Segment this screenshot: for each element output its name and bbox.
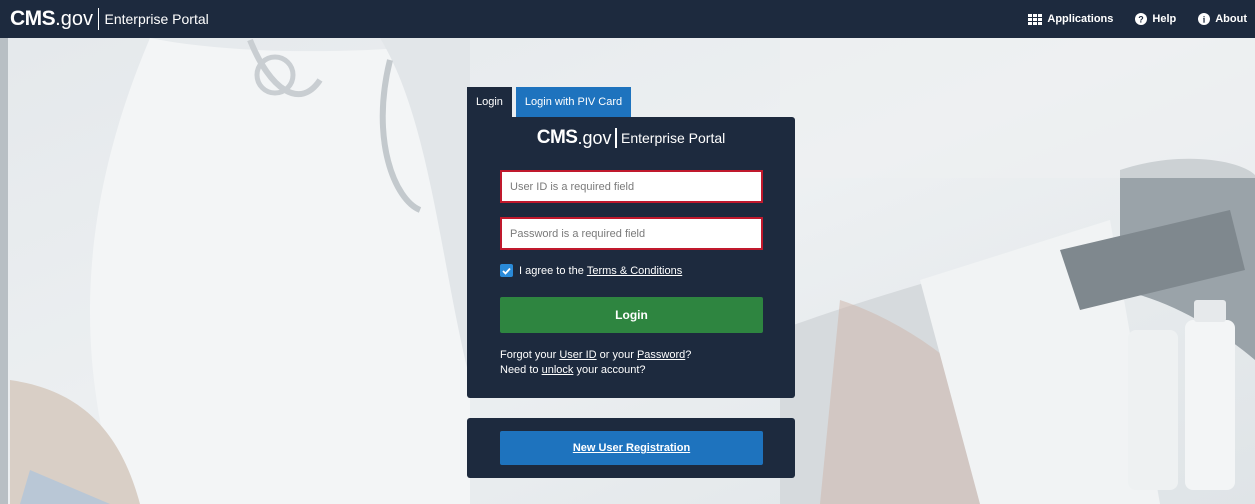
terms-agreement: I agree to the Terms & Conditions xyxy=(500,264,682,277)
svg-text:?: ? xyxy=(1139,15,1145,25)
password-input[interactable] xyxy=(500,217,763,250)
new-user-registration-button[interactable]: New User Registration xyxy=(500,431,763,465)
user-id-input[interactable] xyxy=(500,170,763,203)
tab-login-piv-card[interactable]: Login with PIV Card xyxy=(515,87,632,117)
checkmark-icon xyxy=(502,267,511,275)
panel-logo-dotgov-text: .gov xyxy=(577,127,612,148)
login-panel: CMS.gov Enterprise Portal I agree to the… xyxy=(467,117,795,398)
forgot-credentials-line: Forgot your User ID or your Password? xyxy=(500,348,691,363)
panel-logo: CMS .gov Enterprise Portal xyxy=(467,127,795,149)
logo-dotgov-text: .gov xyxy=(55,7,93,30)
unlock-account-link[interactable]: unlock xyxy=(542,364,574,376)
panel-logo-cms-text: CMS xyxy=(536,127,578,148)
registration-panel: New User Registration xyxy=(467,418,795,478)
info-circle-icon: i xyxy=(1198,13,1211,25)
unlock-prefix-text: Need to xyxy=(500,364,539,376)
nav-about-link[interactable]: i About xyxy=(1198,13,1247,25)
question-circle-icon: ? xyxy=(1135,13,1148,25)
login-tabs: Login Login with PIV Card xyxy=(467,87,632,117)
terms-prefix-text: I agree to the xyxy=(519,264,584,277)
terms-conditions-link[interactable]: Terms & Conditions xyxy=(587,265,682,277)
login-button[interactable]: Login xyxy=(500,297,763,333)
forgot-suffix-text: ? xyxy=(685,349,692,361)
tab-login[interactable]: Login xyxy=(467,87,512,117)
terms-checkbox[interactable] xyxy=(500,264,513,277)
nav-about-label: About xyxy=(1215,13,1247,25)
forgot-prefix-text: Forgot your xyxy=(500,349,557,361)
header-nav: Applications ? Help i About xyxy=(1028,13,1247,25)
logo-divider xyxy=(97,8,100,30)
logo-portal-text: Enterprise Portal xyxy=(104,11,209,27)
panel-logo-portal-text: Enterprise Portal xyxy=(620,130,726,146)
nav-applications-label: Applications xyxy=(1047,13,1114,25)
panel-logo-divider xyxy=(615,128,617,148)
forgot-password-link[interactable]: Password xyxy=(637,349,685,361)
site-logo[interactable]: CMS .gov Enterprise Portal xyxy=(10,7,209,31)
nav-applications-link[interactable]: Applications xyxy=(1028,13,1113,25)
logo-cms-text: CMS xyxy=(10,7,56,30)
nav-help-link[interactable]: ? Help xyxy=(1135,13,1176,25)
unlock-suffix-text: your account? xyxy=(576,364,646,376)
top-navbar: CMS .gov Enterprise Portal Applications ? xyxy=(0,0,1255,38)
unlock-account-line: Need to unlock your account? xyxy=(500,363,691,378)
account-help: Forgot your User ID or your Password? Ne… xyxy=(500,348,691,378)
nav-help-label: Help xyxy=(1152,13,1177,25)
grid-icon xyxy=(1028,13,1043,25)
forgot-user-id-link[interactable]: User ID xyxy=(559,349,596,361)
forgot-middle-text: or your xyxy=(599,349,634,361)
